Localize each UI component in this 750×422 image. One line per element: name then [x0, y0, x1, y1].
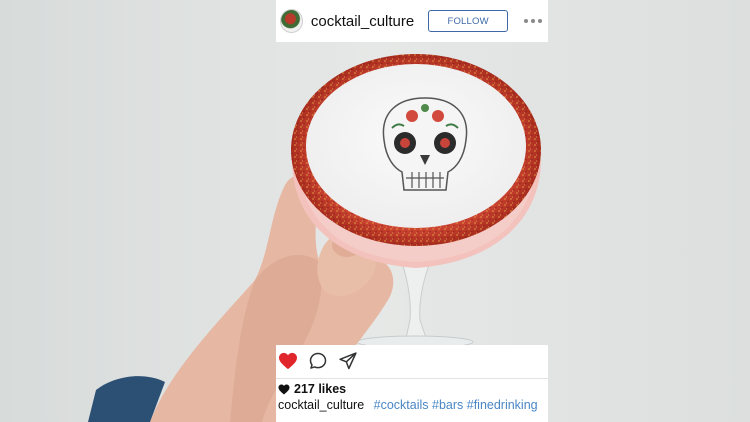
- post-header: cocktail_culture FOLLOW: [276, 0, 548, 42]
- post-footer: 217 likes cocktail_culture #cocktails #b…: [276, 345, 548, 422]
- small-heart-icon: [278, 384, 290, 394]
- username-link[interactable]: cocktail_culture: [311, 13, 414, 30]
- caption-hashtags[interactable]: #cocktails #bars #finedrinking: [374, 398, 538, 412]
- more-dot: [538, 19, 542, 23]
- heart-icon[interactable]: [278, 352, 298, 370]
- send-icon[interactable]: [338, 351, 358, 371]
- follow-button[interactable]: FOLLOW: [428, 10, 508, 32]
- more-options-icon[interactable]: [524, 19, 542, 23]
- caption: cocktail_culture #cocktails #bars #fined…: [278, 398, 538, 412]
- more-dot: [531, 19, 535, 23]
- likes-text: 217 likes: [294, 382, 347, 396]
- action-row: [278, 351, 358, 371]
- divider: [276, 378, 548, 379]
- comment-icon[interactable]: [308, 351, 328, 371]
- more-dot: [524, 19, 528, 23]
- likes-count[interactable]: 217 likes: [278, 382, 346, 396]
- caption-username[interactable]: cocktail_culture: [278, 398, 364, 412]
- avatar[interactable]: [280, 9, 303, 33]
